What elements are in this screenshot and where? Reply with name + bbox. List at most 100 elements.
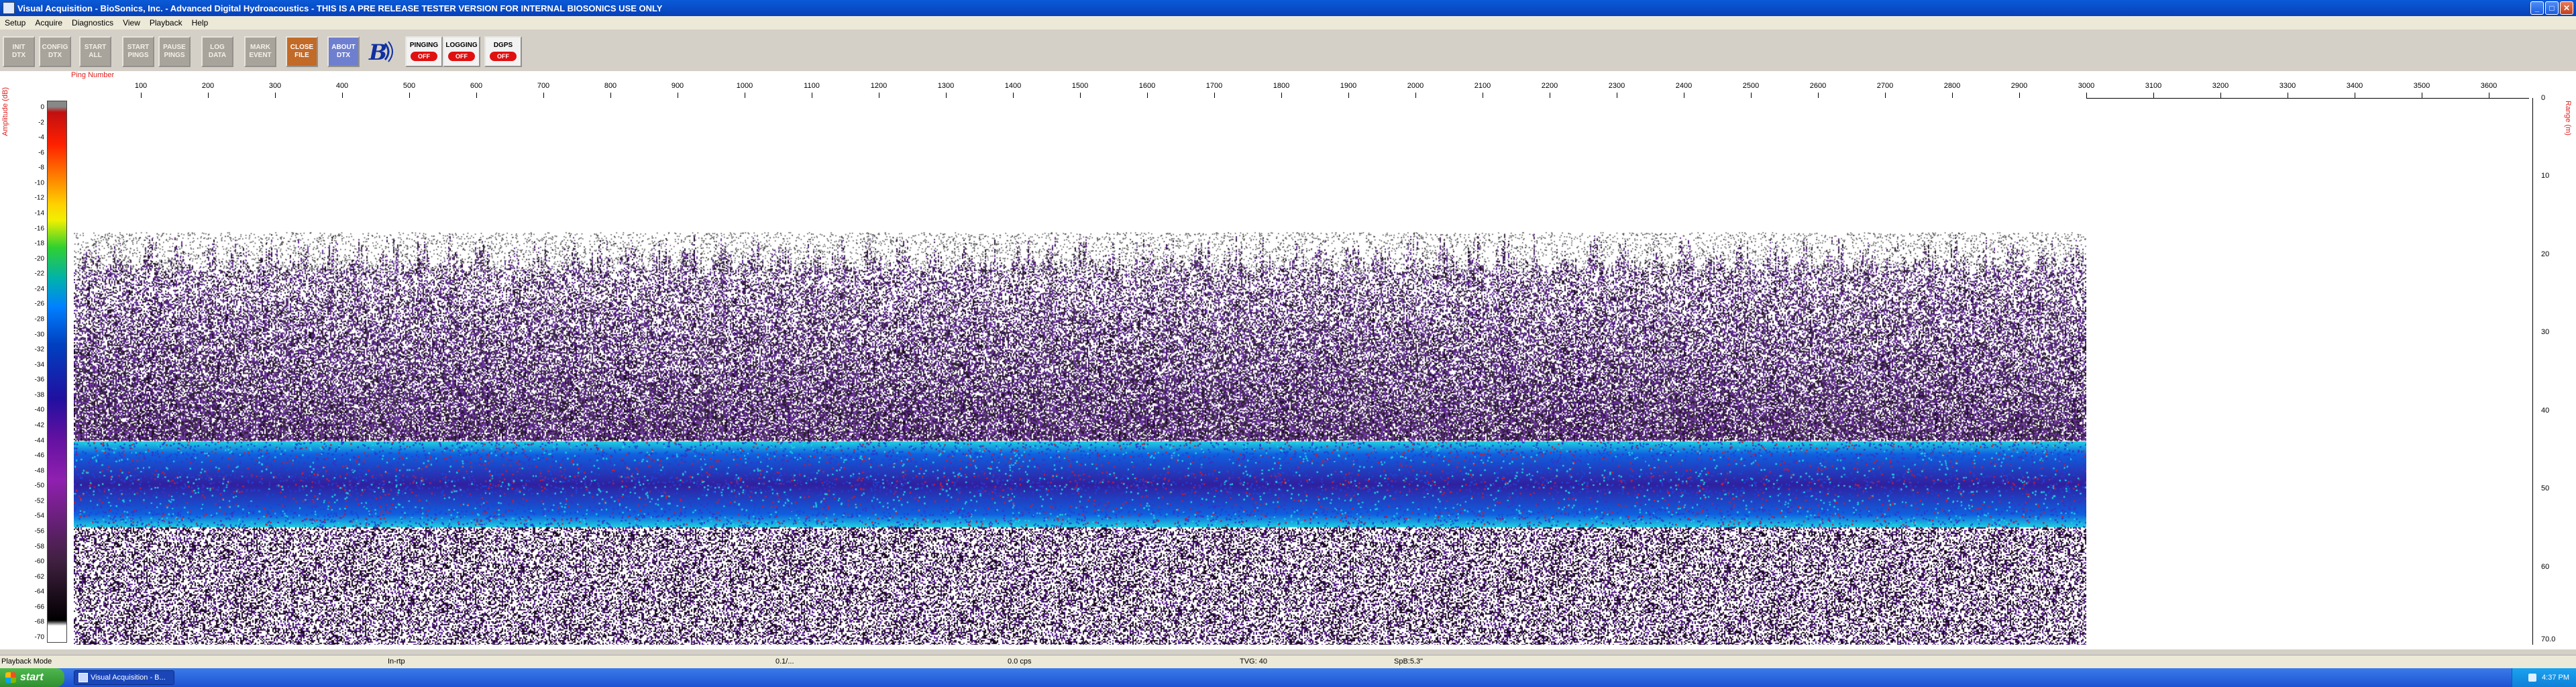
config-dtx-button[interactable]: CONFIG DTX [39, 36, 71, 67]
ping-tick-mark [1952, 93, 1953, 98]
amplitude-tick: -6 [38, 149, 44, 157]
ping-tick: 1300 [937, 82, 955, 90]
ping-tick: 1900 [1340, 82, 1357, 90]
close-file-button[interactable]: CLOSE FILE [286, 36, 318, 67]
ping-tick-mark [2220, 93, 2221, 98]
dgps-label: DGPS [493, 42, 513, 49]
ping-tick: 2100 [1474, 82, 1491, 90]
range-axis: 0 10 20 30 40 50 60 70.0 [2532, 94, 2573, 645]
range-tick: 30 [2541, 328, 2550, 337]
amplitude-tick: 0 [40, 103, 44, 111]
ping-tick-mark [1885, 93, 1886, 98]
about-dtx-button[interactable]: ABOUT DTX [327, 36, 360, 67]
ping-tick: 400 [335, 82, 349, 90]
ping-tick: 3000 [2078, 82, 2095, 90]
menu-setup[interactable]: Setup [0, 18, 30, 28]
menu-diagnostics[interactable]: Diagnostics [67, 18, 118, 28]
close-button[interactable]: ✕ [2560, 1, 2573, 15]
ping-tick-mark [1214, 93, 1215, 98]
amplitude-tick: -24 [34, 285, 44, 293]
amplitude-color-scale [47, 101, 67, 643]
ping-tick-mark [946, 93, 947, 98]
ping-tick: 1100 [804, 82, 820, 90]
ping-tick: 700 [537, 82, 550, 90]
range-axis-label: Range (m) [2564, 101, 2572, 136]
ping-tick-mark [1147, 93, 1148, 98]
ping-tick: 1800 [1273, 82, 1290, 90]
mark-event-button[interactable]: MARK EVENT [244, 36, 276, 67]
init-dtx-button[interactable]: INIT DTX [3, 36, 35, 67]
echogram-canvas[interactable] [74, 98, 2086, 645]
ping-tick: 2600 [1809, 82, 1827, 90]
ping-tick: 3300 [2279, 82, 2296, 90]
ping-tick-mark [1818, 93, 1819, 98]
menu-playback[interactable]: Playback [145, 18, 187, 28]
amplitude-axis-label: Amplitude (dB) [1, 87, 9, 136]
start-button[interactable]: start [0, 668, 64, 687]
taskbar-item-label: Visual Acquisition - B... [91, 674, 166, 682]
ping-tick-mark [476, 93, 477, 98]
menu-view[interactable]: View [118, 18, 145, 28]
start-label: start [20, 672, 44, 683]
amplitude-tick: -42 [34, 421, 44, 429]
ping-tick: 1000 [736, 82, 753, 90]
system-tray: 4:37 PM [2512, 668, 2576, 687]
ping-tick: 900 [671, 82, 684, 90]
amplitude-tick: -16 [34, 225, 44, 233]
clock: 4:37 PM [2542, 674, 2569, 682]
biosonics-logo: B [365, 36, 397, 67]
ping-tick: 1700 [1205, 82, 1223, 90]
start-pings-button[interactable]: START PINGS [122, 36, 154, 67]
status-position: 0.1/... [775, 657, 794, 666]
ping-tick: 2800 [1943, 82, 1961, 90]
amplitude-ticks: 0 -2 -4 -6 -8 -10 -12 -14 -16 -18 -20 -22 -24 -26 -28 -… [27, 101, 47, 643]
windows-flag-icon [5, 672, 16, 683]
ping-tick-mark [1080, 93, 1081, 98]
dgps-status: DGPS OFF [484, 36, 522, 67]
ping-tick: 2700 [1876, 82, 1894, 90]
log-data-button[interactable]: LOG DATA [201, 36, 233, 67]
svg-text:B: B [368, 40, 387, 65]
ping-tick: 2300 [1608, 82, 1625, 90]
ping-tick-mark [2086, 93, 2087, 98]
logging-status: LOGGING OFF [443, 36, 480, 67]
ping-tick-mark [543, 93, 544, 98]
ping-tick: 2500 [1742, 82, 1760, 90]
status-rate: 0.0 cps [1008, 657, 1032, 666]
taskbar-item[interactable]: Visual Acquisition - B... [74, 670, 174, 685]
pause-pings-button[interactable]: PAUSE PINGS [158, 36, 191, 67]
amplitude-tick: -4 [38, 134, 44, 142]
amplitude-tick: -32 [34, 346, 44, 354]
amplitude-tick: -2 [38, 119, 44, 127]
amplitude-tick: -14 [34, 209, 44, 217]
amplitude-tick: -60 [34, 558, 44, 566]
logging-label: LOGGING [445, 42, 478, 49]
start-all-button[interactable]: START ALL [79, 36, 111, 67]
logging-indicator: OFF [448, 52, 475, 61]
amplitude-tick: -46 [34, 452, 44, 460]
amplitude-tick: -66 [34, 603, 44, 611]
ping-tick: 3100 [2145, 82, 2162, 90]
ping-axis: 100 200 300 400 500 600 700 800 900 1000 1100 1200 1… [74, 78, 2529, 99]
ping-tick-mark [2153, 93, 2154, 98]
menu-help[interactable]: Help [187, 18, 213, 28]
ping-tick-mark [610, 93, 611, 98]
range-tick: 40 [2541, 406, 2550, 415]
range-tick: 0 [2541, 94, 2546, 102]
status-spb: SpB:5.3" [1394, 657, 1424, 666]
maximize-button[interactable]: □ [2545, 1, 2559, 15]
minimize-button[interactable]: _ [2530, 1, 2544, 15]
pinging-label: PINGING [409, 42, 439, 49]
ping-tick: 2400 [1675, 82, 1693, 90]
amplitude-tick: -38 [34, 391, 44, 399]
range-tick: 50 [2541, 484, 2550, 493]
amplitude-tick: -20 [34, 255, 44, 263]
app-icon [3, 2, 15, 14]
ping-tick: 1600 [1138, 82, 1156, 90]
ping-tick: 600 [470, 82, 483, 90]
amplitude-tick: -68 [34, 618, 44, 626]
ping-tick: 100 [134, 82, 148, 90]
amplitude-tick: -58 [34, 543, 44, 551]
ping-tick-mark [1281, 93, 1282, 98]
menu-acquire[interactable]: Acquire [30, 18, 67, 28]
